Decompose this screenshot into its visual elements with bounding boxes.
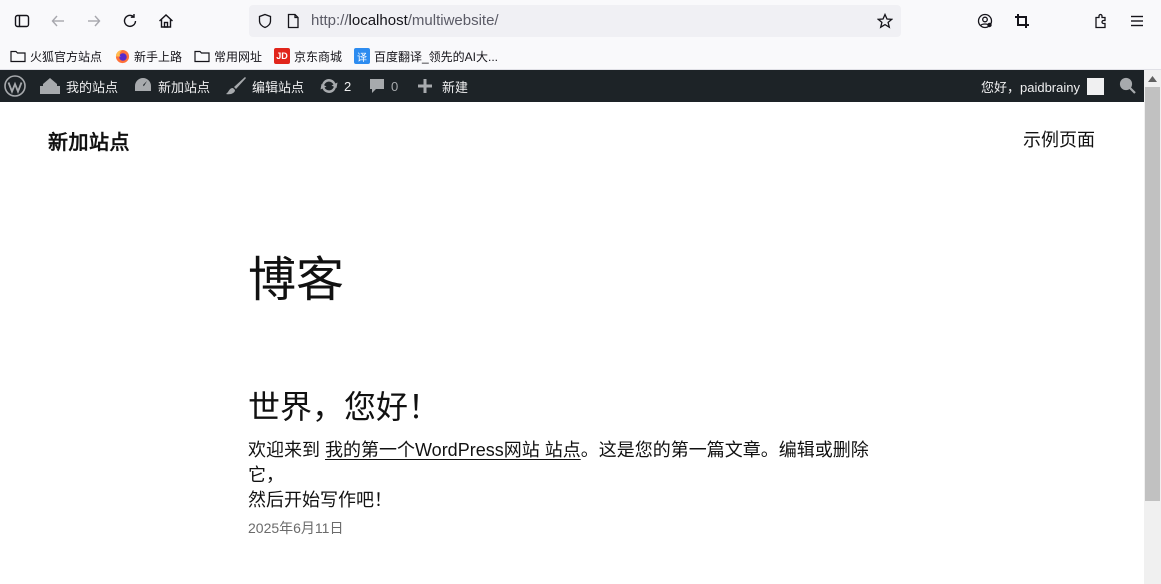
new-content-menu[interactable]: 新建 [418, 70, 468, 102]
screenshot-icon[interactable] [1010, 9, 1034, 33]
post-date[interactable]: 2025年6月11日 [248, 518, 343, 538]
baidu-translate-icon: 译 [354, 48, 370, 64]
my-sites-menu[interactable]: 我的站点 [40, 70, 118, 102]
scrollbar-thumb[interactable] [1145, 87, 1160, 501]
bookmark-item[interactable]: 新手上路 [114, 47, 182, 65]
dashboard-icon [135, 78, 151, 91]
bookmark-item[interactable]: 常用网址 [194, 47, 262, 65]
comments-menu[interactable]: 0 [369, 70, 398, 102]
reload-icon[interactable] [118, 9, 142, 33]
site-link[interactable]: 我的第一个WordPress网站 站点 [325, 440, 581, 460]
firefox-icon [114, 48, 130, 64]
plus-icon [418, 79, 432, 93]
page-info-icon[interactable] [285, 13, 301, 29]
nav-item-sample-page[interactable]: 示例页面 [1023, 126, 1095, 152]
post-title[interactable]: 世界，您好！ [248, 382, 440, 428]
bookmark-label: 京东商城 [294, 49, 343, 64]
browser-toolbar: http://localhost/multiwebsite/ [0, 0, 1161, 42]
folder-icon [10, 48, 26, 64]
back-icon[interactable] [46, 9, 70, 33]
bookmark-star-icon[interactable] [877, 13, 893, 29]
comment-icon [370, 79, 384, 93]
scrollbar[interactable] [1144, 70, 1161, 584]
updates-icon [320, 79, 338, 93]
search-icon[interactable] [1119, 70, 1137, 102]
bookmark-item[interactable]: 译 百度翻译_领先的AI大... [354, 47, 498, 65]
post-excerpt: 欢迎来到 我的第一个WordPress网站 站点。这是您的第一篇文章。编辑或删除… [248, 440, 869, 510]
bookmark-item[interactable]: 火狐官方站点 [10, 47, 102, 65]
jd-icon: JD [274, 48, 290, 64]
url-bar[interactable]: http://localhost/multiwebsite/ [249, 5, 901, 37]
home-icon[interactable] [154, 9, 178, 33]
account-menu[interactable]: 您好，paidbrainy [981, 70, 1104, 102]
folder-icon [194, 48, 210, 64]
account-icon[interactable] [973, 9, 997, 33]
url-text[interactable]: http://localhost/multiwebsite/ [311, 12, 499, 29]
my-sites-icon [40, 78, 60, 94]
forward-icon[interactable] [82, 9, 106, 33]
paintbrush-icon [226, 77, 246, 95]
wp-admin-bar: 我的站点 新加站点 编辑站点 2 0 新建 您好，paidbrainy [0, 70, 1144, 102]
avatar [1087, 77, 1104, 95]
updates-menu[interactable]: 2 [320, 70, 351, 102]
site-page: 新加站点 示例页面 博客 世界，您好！ 欢迎来到 我的第一个WordPress网… [0, 102, 1144, 584]
page-heading: 博客 [248, 254, 345, 307]
greeting-text: 您好，paidbrainy [981, 79, 1080, 95]
bookmark-item[interactable]: JD 京东商城 [274, 47, 342, 65]
bookmark-label: 百度翻译_领先的AI大... [374, 49, 499, 64]
menu-icon[interactable] [1125, 9, 1149, 33]
site-name-menu[interactable]: 新加站点 [134, 70, 210, 102]
sidebar-toggle-icon[interactable] [10, 9, 34, 33]
edit-site-menu[interactable]: 编辑站点 [226, 70, 304, 102]
tracking-protection-icon[interactable] [257, 13, 273, 29]
bookmark-label: 新手上路 [134, 49, 183, 64]
extensions-icon[interactable] [1089, 9, 1113, 33]
bookmarks-bar: 火狐官方站点 新手上路 常用网址 JD 京东商城 译 百度翻译_领先的AI大..… [0, 42, 1161, 70]
bookmark-label: 常用网址 [214, 49, 263, 64]
bookmark-label: 火狐官方站点 [30, 49, 103, 64]
wordpress-logo-icon[interactable] [4, 70, 26, 102]
site-title[interactable]: 新加站点 [48, 126, 130, 155]
scroll-up-icon[interactable] [1144, 70, 1161, 87]
